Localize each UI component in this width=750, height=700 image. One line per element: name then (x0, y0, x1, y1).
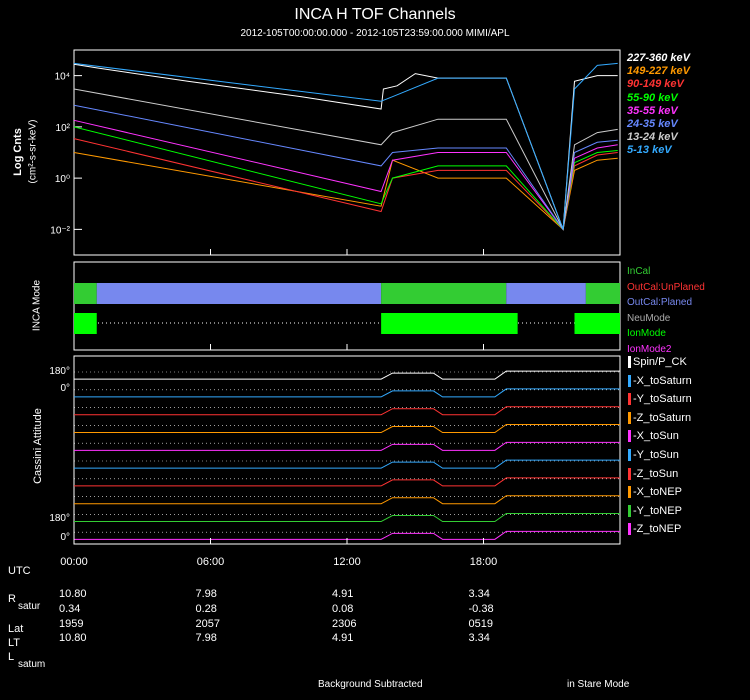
tof-legend-entry: 13-24 keV (627, 131, 678, 144)
attitude-tick-label-2: 180° (49, 513, 70, 524)
tof-legend-entry: 149-227 keV (627, 65, 690, 78)
mode-legend-entry: OutCal:Planed (627, 297, 693, 308)
ephem-value: 7.98 (195, 632, 217, 644)
ephem-value: 2306 (332, 618, 357, 630)
attitude-legend-entry: Spin/P_CK (628, 356, 687, 368)
cal-segment-1 (96, 283, 382, 304)
ephem-value: 10.80 (59, 632, 87, 644)
cal-segment-4 (585, 283, 620, 304)
x-tick-label-0: 00:00 (60, 556, 88, 568)
attitude-legend-entry: -X_toSun (628, 430, 679, 443)
cal-segment-0 (74, 283, 97, 304)
mode-legend-entry: OutCal:UnPlaned (627, 281, 705, 293)
attitude-legend-entry: -Y_toSun (628, 449, 679, 461)
ion-segment-1 (381, 313, 518, 334)
ephem-value: 0.34 (59, 603, 81, 615)
ephem-row-sub: satum (18, 659, 46, 670)
ephem-value: 0.28 (195, 603, 217, 615)
ephem-value: 7.98 (195, 588, 217, 600)
attitude-legend-entry: -X_toSaturn (628, 374, 692, 387)
attitude-legend-entry: -Z_toSaturn (628, 411, 691, 424)
ephem-value: 3.34 (468, 588, 490, 600)
ephem-row-sub: satur (18, 601, 41, 612)
attitude-legend-entry: -Z_toNEP (628, 523, 681, 536)
tof-ytick-label-2: 10⁰ (55, 174, 70, 185)
attitude-series-line-7 (74, 495, 620, 505)
attitude-tick-label-0: 180° (49, 366, 70, 377)
attitude-series-line-8 (74, 513, 620, 523)
attitude-legend-entry: -Y_toSaturn (628, 393, 692, 406)
attitude-legend-entry: -Z_toSun (628, 467, 678, 480)
ion-segment-2 (574, 313, 620, 334)
attitude-series-line-6 (74, 477, 620, 487)
ephem-value: 1959 (59, 618, 84, 630)
attitude-tick-label-3: 0° (60, 532, 70, 543)
mode-ylabel: INCA Mode (31, 279, 43, 332)
tof-ytick-label-3: 10⁻² (50, 225, 70, 236)
footer-background-subtracted: Background Subtracted (318, 679, 423, 690)
cal-segment-2 (381, 283, 507, 304)
ephem-value: 4.91 (332, 632, 354, 644)
tof-ylabel-units: (cm²-s-sr-keV) (27, 119, 39, 184)
ephem-value: 10.80 (59, 588, 87, 600)
ephem-row-label: L (8, 651, 15, 663)
mode-legend-entry: NeuMode (627, 312, 671, 324)
x-tick-label-3: 18:00 (470, 556, 498, 568)
tof-legend-entry: 55-90 keV (627, 91, 678, 104)
ephem-value: -0.38 (468, 603, 494, 615)
ion-segment-0 (74, 313, 97, 334)
tof-legend-entry: 35-55 keV (627, 104, 678, 117)
mode-legend-entry: IonMode2 (627, 343, 672, 355)
ephem-value: 4.91 (332, 588, 354, 600)
ephem-value: 2057 (195, 618, 220, 630)
attitude-legend-entry: -X_toNEP (628, 486, 682, 499)
attitude-tick-label-1: 0° (60, 383, 70, 394)
tof-ytick-label-1: 10² (56, 123, 71, 134)
tof-legend-entry: 5-13 keV (627, 144, 672, 157)
attitude-series-line-0 (74, 370, 620, 380)
attitude-series-line-4 (74, 441, 620, 451)
cal-segment-3 (506, 283, 586, 304)
ephem-row-label: Lat (8, 623, 24, 635)
tof-legend-entry: 90-149 keV (627, 78, 684, 91)
ephem-row-label: R (8, 593, 16, 605)
attitude-ylabel: Cassini Attitude (32, 408, 44, 484)
tof-legend-entry: 227-360 keV (627, 52, 690, 64)
attitude-legend-entry: -Y_toNEP (628, 504, 682, 517)
footer-stare-mode: in Stare Mode (567, 679, 630, 690)
mode-legend-entry: InCal (627, 266, 651, 277)
x-tick-label-1: 06:00 (197, 556, 225, 568)
ephem-value: 0519 (468, 618, 493, 630)
tof-legend-entry: 24-35 keV (627, 118, 678, 130)
attitude-series-line-3 (74, 424, 620, 434)
tof-series-line-2 (73, 138, 618, 231)
tof-series-line-4 (73, 119, 618, 231)
utc-label: UTC (8, 565, 31, 577)
tof-series-line-5 (73, 104, 618, 231)
attitude-series-line-1 (74, 388, 620, 398)
tof-ylabel-main: Log Cnts (12, 128, 24, 176)
ephem-row-label: LT (8, 637, 21, 649)
panel-frame-0 (73, 49, 621, 256)
attitude-series-line-5 (74, 459, 620, 469)
ephem-value: 3.34 (468, 632, 490, 644)
panel-frame-1 (73, 261, 621, 351)
mode-legend-entry: IonMode (627, 328, 666, 339)
attitude-series-line-2 (74, 406, 620, 416)
x-tick-label-2: 12:00 (333, 556, 361, 568)
tof-ytick-label-0: 10⁴ (55, 72, 70, 83)
ephem-value: 0.08 (332, 603, 354, 615)
